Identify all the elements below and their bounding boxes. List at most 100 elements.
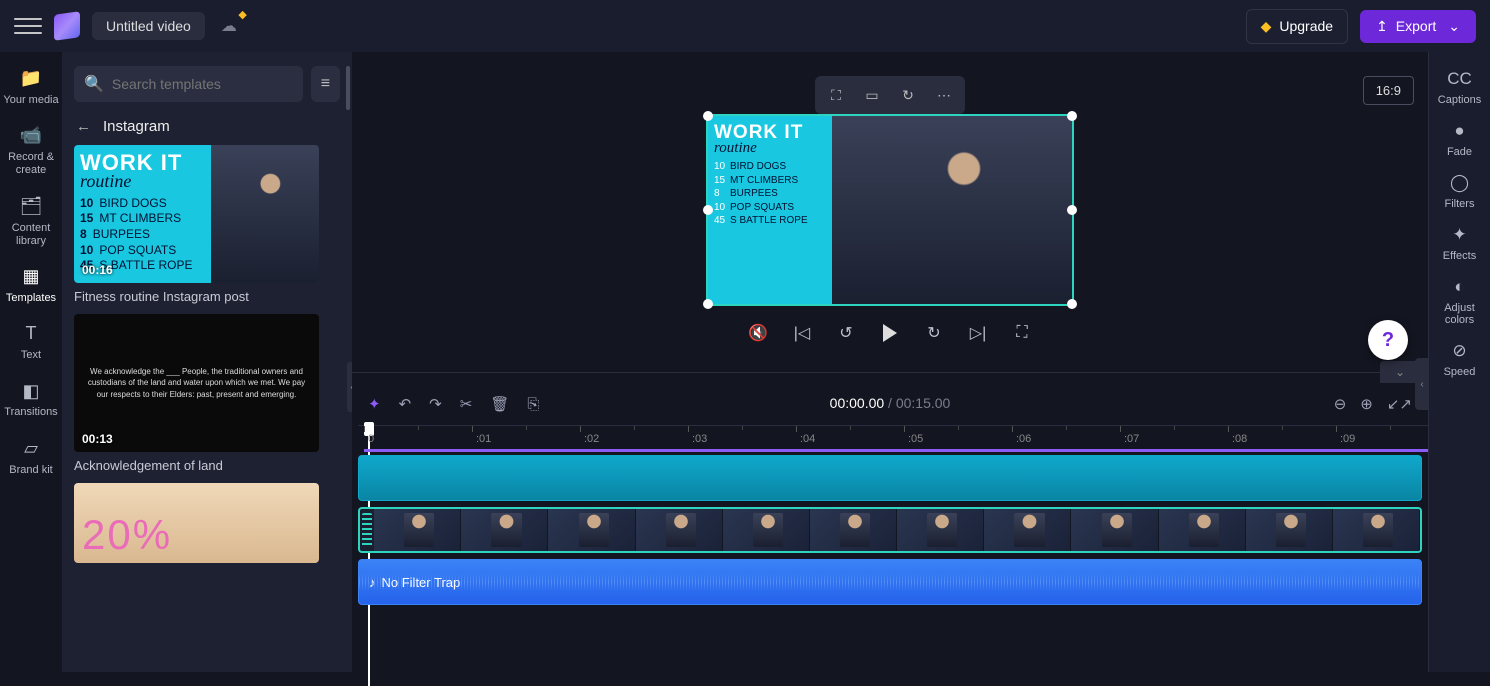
resize-handle[interactable]: [1067, 299, 1077, 309]
template-title: Acknowledgement of land: [74, 458, 340, 473]
chevron-down-icon: ⌄: [1448, 18, 1460, 35]
timeline-ruler[interactable]: 0:01:02:03:04:05:06:07:08:09: [358, 425, 1428, 451]
right-rail-filters[interactable]: ◯ Filters: [1445, 172, 1475, 210]
top-bar: Untitled video ☁◆ ◆ Upgrade ↥ Export ⌄: [0, 0, 1490, 52]
rotate-icon[interactable]: ↻: [891, 80, 925, 110]
fit-timeline-icon[interactable]: ↙↗: [1387, 395, 1412, 413]
help-button[interactable]: ?: [1368, 320, 1408, 360]
sidebar-icon: ▱: [20, 438, 42, 460]
app-logo: [54, 11, 80, 41]
resize-handle[interactable]: [703, 205, 713, 215]
right-rail-label: Filters: [1445, 198, 1475, 210]
fit-icon[interactable]: ▭: [855, 80, 889, 110]
sidebar-item-brand-kit[interactable]: ▱ Brand kit: [3, 434, 59, 481]
overlay-track[interactable]: [358, 455, 1422, 501]
sidebar-label: Content library: [3, 222, 59, 248]
tick: 0: [364, 426, 374, 451]
scrollbar[interactable]: [346, 66, 350, 110]
right-rail-speed[interactable]: ⊘Speed: [1444, 340, 1476, 378]
template-card[interactable]: WORK ITroutine10BIRD DOGS15MT CLIMBERS8B…: [74, 145, 340, 304]
zoom-in-icon[interactable]: ⊕: [1360, 395, 1373, 413]
template-card[interactable]: 20%: [74, 483, 340, 563]
video-thumbnail: [1333, 509, 1420, 551]
sidebar-icon: 📹: [20, 125, 42, 147]
video-thumbnail: [461, 509, 548, 551]
right-rail-icon: ◯: [1448, 172, 1470, 194]
tick: :01: [472, 426, 491, 451]
search-field[interactable]: [112, 76, 293, 92]
audio-track[interactable]: ♪ No Filter Trap: [358, 559, 1422, 605]
sidebar-label: Brand kit: [9, 464, 52, 477]
video-track[interactable]: [358, 507, 1422, 553]
sidebar-icon: ◧: [20, 380, 42, 402]
aspect-ratio-button[interactable]: 16:9: [1363, 76, 1414, 105]
sidebar-item-content-library[interactable]: 🗂Content library: [3, 192, 59, 252]
upgrade-label: Upgrade: [1279, 18, 1333, 34]
right-rail-adjust-colors[interactable]: ◐Adjust colors: [1429, 276, 1490, 326]
gem-badge-icon: ◆: [238, 8, 246, 21]
resize-handle[interactable]: [703, 299, 713, 309]
project-title[interactable]: Untitled video: [92, 12, 205, 40]
right-rail-fade[interactable]: ●Fade: [1447, 120, 1472, 158]
sidebar-item-transitions[interactable]: ◧ Transitions: [3, 376, 59, 423]
back-arrow-icon[interactable]: ←: [76, 118, 91, 135]
breadcrumb-label: Instagram: [103, 118, 170, 135]
tick: :05: [904, 426, 923, 451]
cloud-sync-icon[interactable]: ☁◆: [221, 16, 237, 36]
crop-icon[interactable]: ⛶: [819, 80, 853, 110]
filter-button[interactable]: ≡: [311, 66, 340, 102]
fullscreen-icon[interactable]: ⛶: [1009, 320, 1035, 346]
back-5s-icon[interactable]: ↺: [833, 320, 859, 346]
right-rail-label: Fade: [1447, 146, 1472, 158]
template-title: Fitness routine Instagram post: [74, 289, 340, 304]
mute-icon[interactable]: 🔇: [745, 320, 771, 346]
sidebar-icon: T: [20, 323, 42, 345]
right-rail-icon: ⊘: [1449, 340, 1471, 362]
export-button[interactable]: ↥ Export ⌄: [1360, 10, 1476, 43]
tick: :08: [1228, 426, 1247, 451]
video-thumbnail: [374, 509, 461, 551]
sidebar-item-templates[interactable]: ▦Templates: [3, 262, 59, 309]
video-canvas[interactable]: WORK ITroutine10BIRD DOGS15MT CLIMBERS8B…: [706, 114, 1074, 306]
right-rail-effects[interactable]: ✦Effects: [1443, 224, 1476, 262]
right-rail-label: Captions: [1438, 94, 1481, 106]
ai-sparkle-icon[interactable]: ✦: [368, 395, 381, 413]
sidebar-item-your-media[interactable]: 📁Your media: [3, 64, 59, 111]
zoom-out-icon[interactable]: ⊖: [1334, 395, 1347, 413]
redo-icon[interactable]: ↷: [429, 395, 442, 413]
resize-handle[interactable]: [703, 111, 713, 121]
video-thumbnail: [810, 509, 897, 551]
right-rail-icon: CC: [1448, 68, 1470, 90]
more-icon[interactable]: ⋯: [927, 80, 961, 110]
time-display: 00:00.00 / 00:15.00: [830, 395, 951, 413]
clip-grip[interactable]: [362, 513, 372, 547]
filter-icon: ≡: [321, 75, 330, 93]
prev-frame-icon[interactable]: |◁: [789, 320, 815, 346]
fwd-5s-icon[interactable]: ↻: [921, 320, 947, 346]
delete-icon[interactable]: 🗑: [490, 395, 509, 413]
sidebar-label: Templates: [6, 292, 56, 305]
search-templates-input[interactable]: 🔍: [74, 66, 303, 102]
sidebar-label: Record & create: [3, 151, 59, 177]
duplicate-icon[interactable]: ⎘: [527, 396, 539, 413]
upgrade-button[interactable]: ◆ Upgrade: [1246, 9, 1348, 44]
template-card[interactable]: We acknowledge the ___ People, the tradi…: [74, 314, 340, 473]
resize-handle[interactable]: [1067, 205, 1077, 215]
video-thumbnail: [1159, 509, 1246, 551]
video-thumbnail: [897, 509, 984, 551]
tick: :02: [580, 426, 599, 451]
next-frame-icon[interactable]: ▷|: [965, 320, 991, 346]
timeline: ⌄ ✦ ↶ ↷ ✂ 🗑 ⎘ 00:00.00 / 00:15.00 ⊖ ⊕ ↙↗: [352, 372, 1428, 672]
sidebar-label: Transitions: [4, 406, 57, 419]
undo-icon[interactable]: ↶: [399, 395, 412, 413]
right-rail-icon: ✦: [1449, 224, 1471, 246]
play-button[interactable]: [877, 320, 903, 346]
sidebar-item-record-create[interactable]: 📹 Record & create: [3, 121, 59, 181]
split-icon[interactable]: ✂: [460, 395, 473, 413]
right-rail-icon: ◐: [1449, 276, 1471, 298]
right-rail-captions[interactable]: CC Captions: [1438, 68, 1481, 106]
hamburger-menu-icon[interactable]: [14, 12, 42, 40]
sidebar-item-text[interactable]: TText: [3, 319, 59, 366]
resize-handle[interactable]: [1067, 111, 1077, 121]
waveform: [359, 560, 1421, 604]
